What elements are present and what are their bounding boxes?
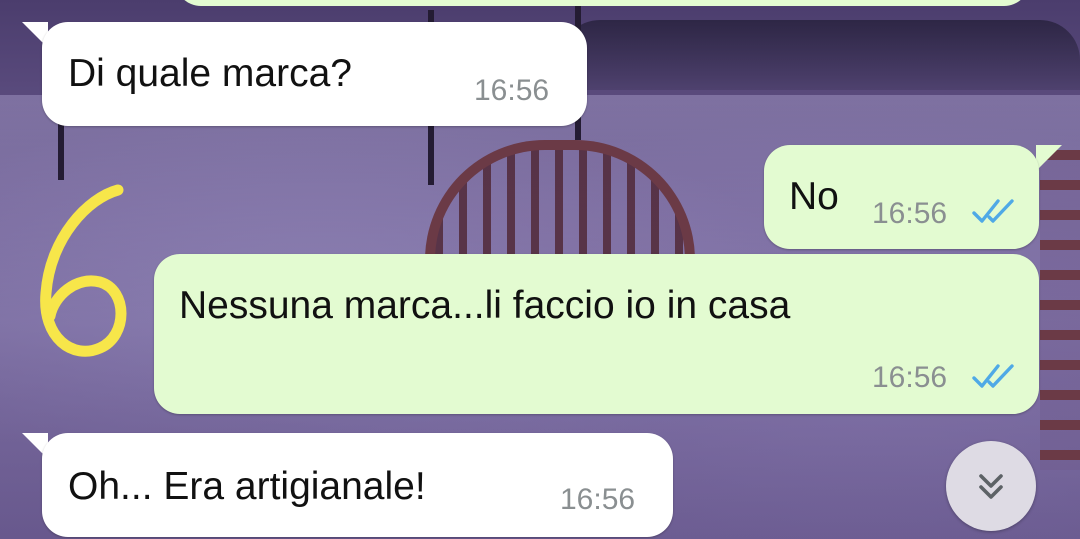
message-time: 16:56	[474, 74, 550, 107]
message-bubble-outgoing[interactable]: No 16:56	[764, 145, 1039, 249]
chevron-double-down-icon	[979, 474, 1003, 499]
message-text: No	[789, 175, 839, 218]
message-text: Oh... Era artigianale!	[68, 465, 426, 508]
double-check-icon	[972, 364, 1014, 388]
message-bubble-incoming[interactable]: Di quale marca? 16:56	[42, 22, 587, 126]
wallpaper-treeline	[560, 20, 1080, 90]
previous-message-bubble[interactable]	[175, 0, 1030, 6]
scroll-to-bottom-button[interactable]	[946, 441, 1036, 531]
wallpaper-railing	[1040, 150, 1080, 470]
handwritten-annotation-six	[40, 184, 127, 357]
message-time: 16:56	[872, 197, 948, 230]
message-bubble-incoming[interactable]: Oh... Era artigianale! 16:56	[42, 433, 673, 537]
double-check-icon	[972, 199, 1014, 223]
message-time: 16:56	[872, 361, 948, 394]
message-time: 16:56	[560, 483, 636, 516]
message-bubble-outgoing[interactable]: Nessuna marca...li faccio io in casa 16:…	[154, 254, 1039, 414]
bubble-tail	[1036, 145, 1062, 171]
message-text: Nessuna marca...li faccio io in casa	[179, 284, 791, 327]
message-text: Di quale marca?	[68, 52, 352, 95]
